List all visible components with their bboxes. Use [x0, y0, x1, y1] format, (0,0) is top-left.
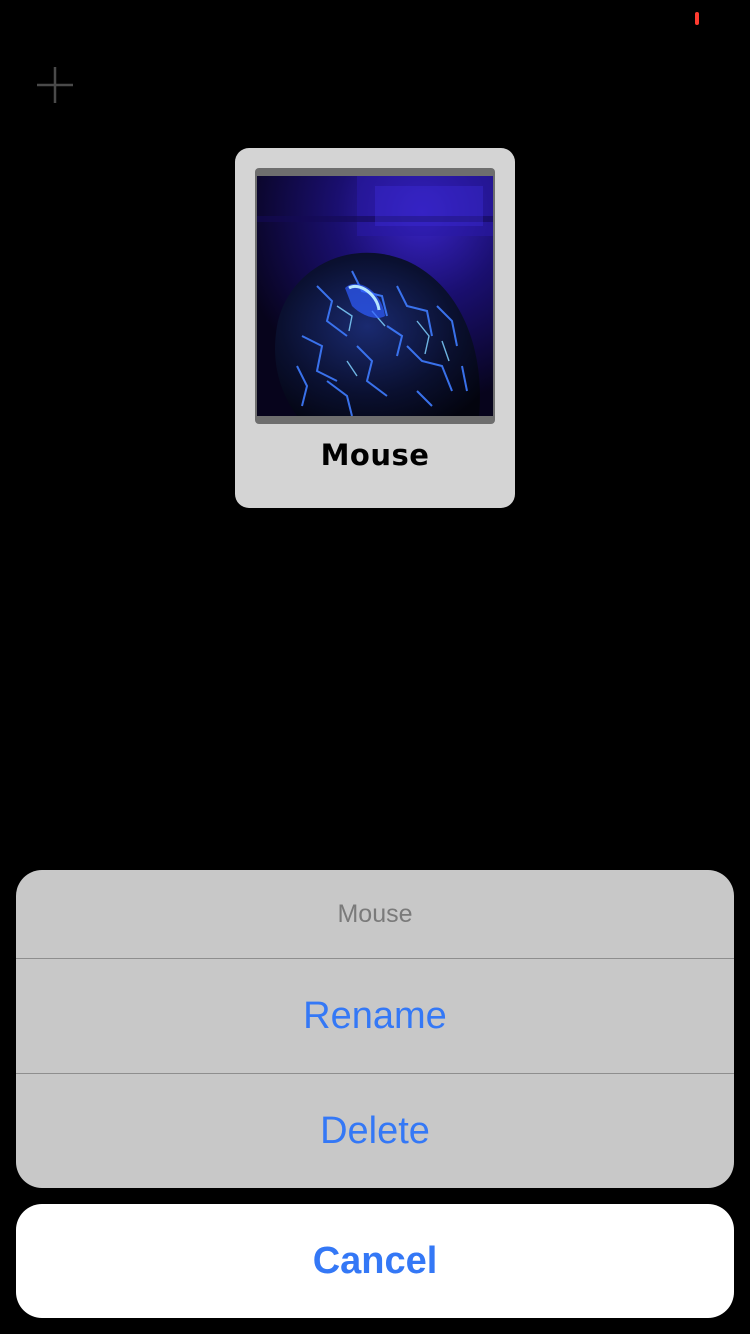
- card-title: Mouse: [320, 438, 430, 472]
- action-sheet-title: Mouse: [16, 870, 734, 959]
- mouse-photo: [257, 176, 493, 416]
- plus-icon: [37, 67, 73, 103]
- photo-frame: [255, 168, 495, 424]
- item-card[interactable]: Mouse: [235, 148, 515, 508]
- screen: Mouse Mouse Rename Delete Cancel: [0, 0, 750, 1334]
- recording-indicator: [695, 12, 699, 25]
- rename-button[interactable]: Rename: [16, 959, 734, 1074]
- delete-button[interactable]: Delete: [16, 1074, 734, 1188]
- cancel-button[interactable]: Cancel: [16, 1204, 734, 1318]
- action-sheet: Mouse Rename Delete: [16, 870, 734, 1188]
- add-button[interactable]: [34, 64, 76, 106]
